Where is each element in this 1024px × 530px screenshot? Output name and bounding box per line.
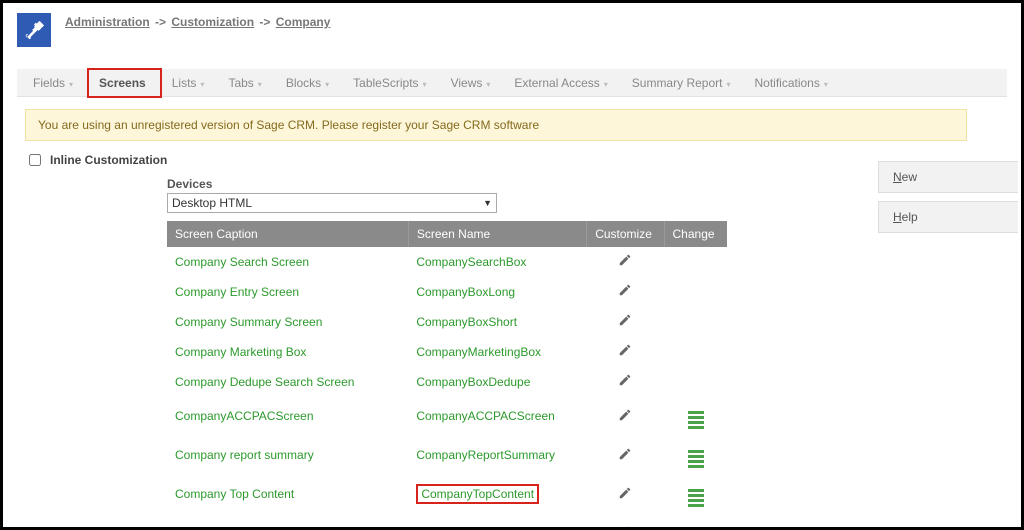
screen-name-link[interactable]: CompanyTopContent <box>408 475 586 514</box>
customize-cell[interactable] <box>587 514 664 530</box>
screen-name-link[interactable]: CompanyMarketingBox <box>408 337 586 367</box>
pencil-icon[interactable] <box>618 408 632 422</box>
customize-cell[interactable] <box>587 436 664 475</box>
table-row: SS_CompanyDetailsSS_CompanyDetails <box>167 514 727 530</box>
tab-external[interactable]: External Access▾ <box>504 70 621 96</box>
breadcrumb-admin[interactable]: Administration <box>65 15 150 29</box>
customize-cell[interactable] <box>587 307 664 337</box>
screen-name-link[interactable]: CompanyBoxShort <box>408 307 586 337</box>
table-row: Company report summaryCompanyReportSumma… <box>167 436 727 475</box>
change-cell <box>664 367 727 397</box>
tab-tabs[interactable]: Tabs▾ <box>218 70 275 96</box>
screen-caption-link[interactable]: Company Marketing Box <box>167 337 408 367</box>
change-cell <box>664 277 727 307</box>
screen-caption-link[interactable]: Company Top Content <box>167 475 408 514</box>
table-row: Company Top ContentCompanyTopContent <box>167 475 727 514</box>
change-cell <box>664 247 727 277</box>
table-row: Company Search ScreenCompanySearchBox <box>167 247 727 277</box>
screen-caption-link[interactable]: SS_CompanyDetails <box>167 514 408 530</box>
change-bars-icon[interactable] <box>688 489 704 507</box>
customize-cell[interactable] <box>587 367 664 397</box>
col-header-caption[interactable]: Screen Caption <box>167 221 408 247</box>
table-row: CompanyACCPACScreenCompanyACCPACScreen <box>167 397 727 436</box>
change-cell[interactable] <box>664 436 727 475</box>
pencil-icon[interactable] <box>618 486 632 500</box>
breadcrumb-customization[interactable]: Customization <box>171 15 254 29</box>
table-row: Company Marketing BoxCompanyMarketingBox <box>167 337 727 367</box>
breadcrumb-company[interactable]: Company <box>276 15 331 29</box>
screen-caption-link[interactable]: Company Entry Screen <box>167 277 408 307</box>
screens-table: Screen Caption Screen Name Customize Cha… <box>167 221 727 530</box>
screen-name-link[interactable]: SS_CompanyDetails <box>408 514 586 530</box>
customize-cell[interactable] <box>587 475 664 514</box>
tab-fields[interactable]: Fields▾ <box>23 70 87 96</box>
change-cell <box>664 307 727 337</box>
pencil-icon[interactable] <box>618 525 632 530</box>
table-row: Company Entry ScreenCompanyBoxLong <box>167 277 727 307</box>
tab-views[interactable]: Views▾ <box>441 70 505 96</box>
col-header-name[interactable]: Screen Name <box>408 221 586 247</box>
customize-cell[interactable] <box>587 277 664 307</box>
change-cell[interactable] <box>664 514 727 530</box>
tab-lists[interactable]: Lists▾ <box>162 70 219 96</box>
new-button[interactable]: New <box>878 161 1018 193</box>
screen-name-link[interactable]: CompanyBoxLong <box>408 277 586 307</box>
chevron-down-icon: ▼ <box>483 198 492 208</box>
tab-bar: Fields▾ Screens Lists▾ Tabs▾ Blocks▾ Tab… <box>17 69 1007 97</box>
tools-icon <box>17 13 51 47</box>
pencil-icon[interactable] <box>618 283 632 297</box>
pencil-icon[interactable] <box>618 373 632 387</box>
tab-screens[interactable]: Screens <box>87 68 162 98</box>
screen-caption-link[interactable]: Company Dedupe Search Screen <box>167 367 408 397</box>
inline-customization-checkbox[interactable] <box>29 154 41 166</box>
screen-caption-link[interactable]: Company Summary Screen <box>167 307 408 337</box>
tab-summary[interactable]: Summary Report▾ <box>622 70 745 96</box>
screen-name-link[interactable]: CompanySearchBox <box>408 247 586 277</box>
change-bars-icon[interactable] <box>688 450 704 468</box>
tab-notifications[interactable]: Notifications▾ <box>744 70 841 96</box>
register-banner: You are using an unregistered version of… <box>25 109 967 141</box>
screen-caption-link[interactable]: Company report summary <box>167 436 408 475</box>
tab-tablescripts[interactable]: TableScripts▾ <box>343 70 440 96</box>
help-button[interactable]: Help <box>878 201 1018 233</box>
table-row: Company Dedupe Search ScreenCompanyBoxDe… <box>167 367 727 397</box>
screen-name-link[interactable]: CompanyReportSummary <box>408 436 586 475</box>
tab-blocks[interactable]: Blocks▾ <box>276 70 343 96</box>
inline-customization-label: Inline Customization <box>50 153 167 167</box>
change-cell[interactable] <box>664 397 727 436</box>
customize-cell[interactable] <box>587 397 664 436</box>
devices-label: Devices <box>167 177 727 191</box>
change-cell <box>664 337 727 367</box>
col-header-change[interactable]: Change <box>664 221 727 247</box>
pencil-icon[interactable] <box>618 313 632 327</box>
change-cell[interactable] <box>664 475 727 514</box>
screen-caption-link[interactable]: CompanyACCPACScreen <box>167 397 408 436</box>
table-row: Company Summary ScreenCompanyBoxShort <box>167 307 727 337</box>
pencil-icon[interactable] <box>618 447 632 461</box>
customize-cell[interactable] <box>587 247 664 277</box>
customize-cell[interactable] <box>587 337 664 367</box>
change-bars-icon[interactable] <box>688 411 704 429</box>
pencil-icon[interactable] <box>618 343 632 357</box>
screen-caption-link[interactable]: Company Search Screen <box>167 247 408 277</box>
screen-name-link[interactable]: CompanyBoxDedupe <box>408 367 586 397</box>
devices-select[interactable]: Desktop HTML ▼ <box>167 193 497 213</box>
breadcrumb: Administration -> Customization -> Compa… <box>65 13 330 29</box>
screen-name-link[interactable]: CompanyACCPACScreen <box>408 397 586 436</box>
pencil-icon[interactable] <box>618 253 632 267</box>
col-header-customize[interactable]: Customize <box>587 221 664 247</box>
